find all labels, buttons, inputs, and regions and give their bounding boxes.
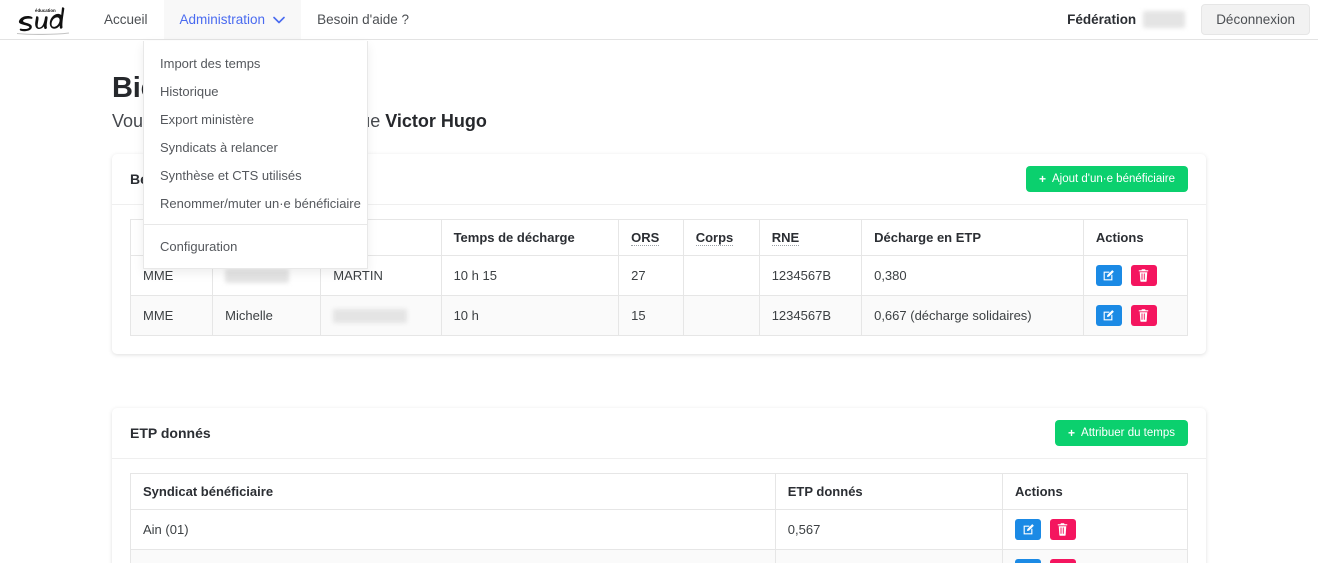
menu-item-configuration[interactable]: Configuration (144, 232, 367, 260)
pencil-square-icon (1102, 309, 1115, 322)
cell-etp: 0,380 (862, 256, 1084, 296)
menu-item-syndicats-a-relancer[interactable]: Syndicats à relancer (144, 133, 367, 161)
menu-item-export-ministere[interactable]: Export ministère (144, 105, 367, 133)
nav-link-administration-label: Administration (180, 12, 266, 27)
top-navbar: éducation Accueil Administration Besoin … (0, 0, 1318, 40)
cell-corps (683, 296, 759, 336)
nom-redacted (333, 309, 407, 323)
nav-links: Accueil Administration Besoin d'aide ? (88, 0, 1067, 39)
brand-logo-container[interactable]: éducation (0, 0, 88, 39)
table-row: Aisne (02) 0,588 (131, 550, 1188, 563)
edit-button[interactable] (1015, 559, 1041, 563)
etp-donnes-table-head: Syndicat bénéficiaire ETP donnés Actions (131, 474, 1188, 510)
pencil-square-icon (1102, 269, 1115, 282)
edit-button[interactable] (1015, 519, 1041, 540)
logout-button[interactable]: Déconnexion (1201, 4, 1310, 35)
cell-temps: 10 h (441, 296, 619, 336)
column-header-actions: Actions (1083, 220, 1187, 256)
navbar-right: Fédération Déconnexion (1067, 0, 1318, 39)
cell-syndicat: Aisne (02) (131, 550, 776, 563)
plus-icon: + (1068, 427, 1075, 439)
delete-button[interactable] (1131, 265, 1157, 286)
cell-actions (1083, 296, 1187, 336)
plus-icon: + (1039, 173, 1046, 185)
column-header-etp-donnes: ETP donnés (775, 474, 1002, 510)
nav-link-accueil[interactable]: Accueil (88, 0, 164, 39)
cell-actions (1083, 256, 1187, 296)
federation-value-redacted (1143, 11, 1185, 28)
ors-abbr[interactable]: ORS (631, 230, 659, 246)
nav-link-accueil-label: Accueil (104, 12, 148, 27)
welcome-user-name: Victor Hugo (385, 111, 487, 131)
add-beneficiaire-button[interactable]: + Ajout d'un·e bénéficiaire (1026, 166, 1188, 192)
table-header-row: Syndicat bénéficiaire ETP donnés Actions (131, 474, 1188, 510)
etp-donnes-card-title: ETP donnés (130, 425, 211, 441)
cell-temps: 10 h 15 (441, 256, 619, 296)
cell-etp: 0,588 (775, 550, 1002, 563)
nav-link-besoin-aide[interactable]: Besoin d'aide ? (301, 0, 425, 39)
column-header-decharge-en-etp: Décharge en ETP (862, 220, 1084, 256)
etp-donnes-card-body: Syndicat bénéficiaire ETP donnés Actions… (112, 459, 1206, 563)
nav-link-administration[interactable]: Administration (164, 0, 302, 39)
menu-item-renommer-muter-beneficiaire[interactable]: Renommer/muter un·e bénéficiaire (144, 189, 367, 217)
add-beneficiaire-button-label: Ajout d'un·e bénéficiaire (1052, 173, 1175, 185)
cell-rne: 1234567B (759, 296, 861, 336)
cell-prenom: Michelle (213, 296, 321, 336)
cell-rne: 1234567B (759, 256, 861, 296)
trash-icon (1138, 269, 1149, 282)
etp-donnes-card: ETP donnés + Attribuer du temps Syndicat… (112, 408, 1206, 563)
edit-button[interactable] (1096, 265, 1122, 286)
cell-civilite: MME (131, 296, 213, 336)
column-header-corps: Corps (683, 220, 759, 256)
cell-etp: 0,567 (775, 510, 1002, 550)
cell-actions (1003, 550, 1188, 563)
etp-donnes-table-body: Ain (01) 0,567 (131, 510, 1188, 563)
table-row: Ain (01) 0,567 (131, 510, 1188, 550)
edit-button[interactable] (1096, 305, 1122, 326)
chevron-down-icon (273, 16, 285, 24)
prenom-redacted (225, 269, 289, 283)
menu-item-historique[interactable]: Historique (144, 77, 367, 105)
sud-education-logo-icon: éducation (15, 3, 73, 37)
column-header-temps-de-decharge: Temps de décharge (441, 220, 619, 256)
delete-button[interactable] (1050, 559, 1076, 563)
delete-button[interactable] (1050, 519, 1076, 540)
delete-button[interactable] (1131, 305, 1157, 326)
cell-actions (1003, 510, 1188, 550)
federation-label: Fédération (1067, 12, 1136, 27)
menu-item-import-des-temps[interactable]: Import des temps (144, 49, 367, 77)
column-header-actions: Actions (1003, 474, 1188, 510)
column-header-syndicat-beneficiaire: Syndicat bénéficiaire (131, 474, 776, 510)
cell-corps (683, 256, 759, 296)
attribuer-du-temps-button[interactable]: + Attribuer du temps (1055, 420, 1188, 446)
menu-item-synthese-et-cts-utilises[interactable]: Synthèse et CTS utilisés (144, 161, 367, 189)
rne-abbr[interactable]: RNE (772, 230, 799, 246)
trash-icon (1138, 309, 1149, 322)
cell-ors: 27 (619, 256, 684, 296)
nav-link-besoin-aide-label: Besoin d'aide ? (317, 12, 409, 27)
cell-syndicat: Ain (01) (131, 510, 776, 550)
cell-etp: 0,667 (décharge solidaires) (862, 296, 1084, 336)
corps-abbr[interactable]: Corps (696, 230, 734, 246)
etp-donnes-table: Syndicat bénéficiaire ETP donnés Actions… (130, 473, 1188, 563)
trash-icon (1057, 523, 1068, 536)
svg-text:éducation: éducation (35, 8, 56, 13)
cell-ors: 15 (619, 296, 684, 336)
attribuer-du-temps-button-label: Attribuer du temps (1081, 427, 1175, 439)
administration-dropdown-menu: Import des temps Historique Export minis… (143, 41, 368, 269)
cell-nom (321, 296, 441, 336)
column-header-rne: RNE (759, 220, 861, 256)
etp-donnes-card-header: ETP donnés + Attribuer du temps (112, 408, 1206, 459)
column-header-ors: ORS (619, 220, 684, 256)
table-row: MME Michelle 10 h 15 1234567B 0,667 (déc… (131, 296, 1188, 336)
menu-separator (144, 224, 367, 225)
pencil-square-icon (1022, 523, 1035, 536)
